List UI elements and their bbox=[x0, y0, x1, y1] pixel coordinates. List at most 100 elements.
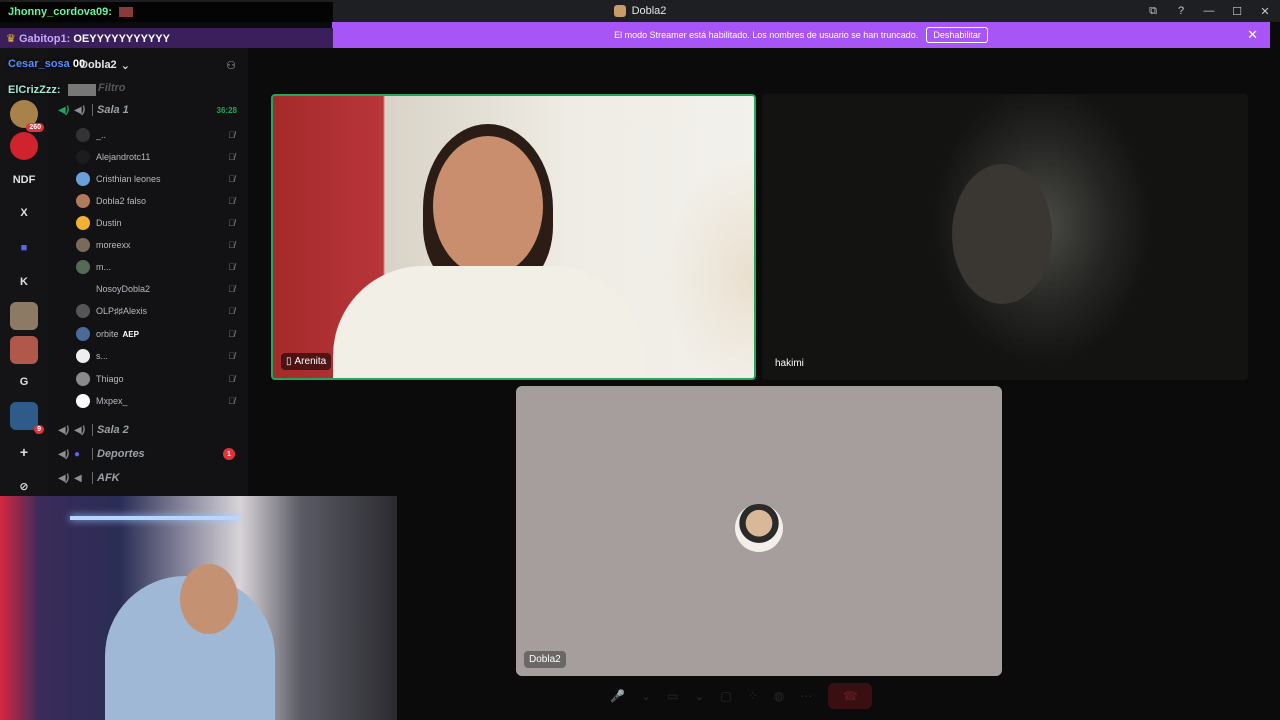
window-title: Dobla2 bbox=[613, 5, 667, 17]
app-icon bbox=[613, 5, 626, 17]
server-ndf[interactable]: NDF bbox=[10, 166, 38, 194]
server-g[interactable]: G bbox=[10, 368, 38, 396]
chevron-down-icon[interactable]: ⌄ bbox=[694, 689, 704, 703]
more-icon[interactable]: ⋯ bbox=[800, 689, 812, 703]
channel-sala-2[interactable]: ◀) ◀) Sala 2 bbox=[58, 420, 243, 440]
chat-user: Cesar_sosa bbox=[8, 58, 70, 70]
member-row[interactable]: moreexx 🎙̸ bbox=[76, 235, 241, 255]
screen: Dobla2 ⧉ ? — ☐ ✕ El modo Streamer está h… bbox=[0, 0, 1280, 720]
chat-text: 00 bbox=[72, 58, 86, 70]
server-k[interactable]: K bbox=[10, 268, 38, 296]
chat-message: ♛ Gabitop1: OEYYYYYYYYYYY bbox=[0, 28, 333, 48]
member-row[interactable]: Mxpex_ 🎙̸ bbox=[76, 391, 241, 411]
channel-name: Sala 2 bbox=[97, 424, 129, 436]
channel-name: Sala 1 bbox=[97, 104, 129, 116]
avatar bbox=[76, 150, 90, 164]
muted-mic-icon: 🎙̸ bbox=[228, 130, 235, 140]
chat-message: Jhonny_cordova09: bbox=[0, 2, 333, 22]
maximize-button[interactable]: ☐ bbox=[1230, 5, 1244, 18]
pip-icon[interactable]: ⧉ bbox=[1146, 5, 1160, 18]
close-window-button[interactable]: ✕ bbox=[1258, 5, 1272, 18]
server-icon[interactable]: 260 bbox=[10, 100, 44, 132]
muted-mic-icon: 🎙̸ bbox=[228, 374, 235, 384]
spiderman-icon[interactable] bbox=[10, 132, 38, 160]
avatar bbox=[76, 304, 90, 318]
server-rail: 260 NDF X ■ K G 9 + ⊘ bbox=[0, 48, 48, 500]
channel-panel: Dobla2 ⌄ ⚇ Filtro ◀) ◀) Sala 1 36:28 _..… bbox=[48, 48, 248, 496]
muted-mic-icon: 🎙̸ bbox=[228, 174, 235, 184]
avatar bbox=[76, 282, 90, 296]
member-row[interactable]: OLP♯♯Alexis 🎙̸ bbox=[76, 301, 241, 321]
member-row[interactable]: orbite AEP 🎙̸ bbox=[76, 324, 241, 344]
soundboard-icon[interactable]: ◍ bbox=[774, 689, 784, 703]
emote-icon bbox=[67, 84, 96, 97]
chat-message: ElCrizZzz: bbox=[0, 84, 104, 97]
avatar bbox=[76, 394, 90, 408]
chevron-down-icon[interactable]: ⌄ bbox=[641, 689, 651, 703]
banner-message: El modo Streamer está habilitado. Los no… bbox=[614, 30, 919, 40]
avatar bbox=[735, 504, 783, 552]
streamer-webcam bbox=[0, 496, 397, 720]
muted-mic-icon: 🎙̸ bbox=[228, 396, 235, 406]
minimize-button[interactable]: — bbox=[1202, 5, 1216, 17]
channel-sala-1[interactable]: ◀) ◀) Sala 1 36:28 bbox=[58, 100, 243, 120]
avatar bbox=[76, 372, 90, 386]
avatar bbox=[76, 128, 90, 142]
disable-streamer-button[interactable]: Deshabilitar bbox=[926, 27, 988, 43]
video-tile-hakimi[interactable]: hakimi bbox=[762, 94, 1248, 380]
chevron-down-icon: ⌄ bbox=[120, 59, 130, 72]
voice-icon: ◀) bbox=[74, 424, 86, 436]
chat-user: Jhonny_cordova09: bbox=[8, 6, 112, 18]
muted-mic-icon: 🎙̸ bbox=[228, 262, 235, 272]
screen-share-icon[interactable]: ▢ bbox=[720, 689, 731, 703]
microphone-icon[interactable]: 🎤 bbox=[610, 689, 625, 703]
avatar bbox=[76, 327, 90, 341]
add-server-icon[interactable]: + bbox=[10, 438, 38, 466]
window-title-text: Dobla2 bbox=[631, 5, 667, 17]
muted-mic-icon: 🎙̸ bbox=[228, 152, 235, 162]
globe-icon: ● bbox=[74, 448, 81, 460]
avatar bbox=[76, 216, 90, 230]
voice-icon: ◀) bbox=[74, 104, 86, 116]
emote-icon bbox=[118, 7, 133, 18]
channel-deportes[interactable]: ◀) ● Deportes 1 bbox=[58, 444, 243, 464]
member-row[interactable]: Alejandrotc11 🎙̸ bbox=[76, 147, 241, 167]
member-row[interactable]: s... 🎙̸ bbox=[76, 346, 241, 366]
avatar bbox=[76, 172, 90, 186]
avatar bbox=[76, 194, 90, 208]
folder-icon[interactable]: ■ bbox=[10, 234, 38, 262]
server-icon[interactable]: 9 bbox=[10, 402, 44, 434]
server-icon[interactable] bbox=[10, 336, 38, 364]
muted-mic-icon: 🎙̸ bbox=[228, 306, 235, 316]
member-row[interactable]: m... 🎙̸ bbox=[76, 257, 241, 277]
muted-mic-icon: 🎙̸ bbox=[228, 351, 235, 361]
muted-mic-icon: 🎙̸ bbox=[228, 240, 235, 250]
member-row[interactable]: Dustin 🎙̸ bbox=[76, 213, 241, 233]
end-call-button[interactable]: ☎ bbox=[828, 683, 873, 709]
speaker-icon: ◀) bbox=[58, 424, 70, 436]
member-row[interactable]: _.. 🎙̸ bbox=[76, 125, 241, 145]
streamer-mode-banner: El modo Streamer está habilitado. Los no… bbox=[332, 22, 1270, 48]
avatar bbox=[76, 238, 90, 252]
video-tile-arenita[interactable]: ▯ Arenita bbox=[271, 94, 756, 380]
banner-close-icon[interactable]: ✕ bbox=[1247, 27, 1258, 43]
camera-icon[interactable]: ▭ bbox=[667, 689, 678, 703]
member-row[interactable]: NosoyDobla2 🎙̸ bbox=[76, 279, 241, 299]
activities-icon[interactable]: ⁘ bbox=[748, 689, 758, 703]
add-member-icon[interactable]: ⚇ bbox=[226, 59, 236, 72]
chat-message: Cesar_sosa 00 bbox=[0, 58, 93, 70]
member-row[interactable]: Thiago 🎙̸ bbox=[76, 369, 241, 389]
crown-icon: ♛ bbox=[6, 33, 16, 45]
member-row[interactable]: Cristhian leones 🎙̸ bbox=[76, 169, 241, 189]
muted-mic-icon: 🎙̸ bbox=[228, 196, 235, 206]
video-tile-dobla2[interactable]: Dobla2 bbox=[516, 386, 1002, 676]
speaker-icon: ◀) bbox=[58, 472, 70, 484]
call-controls: 🎤 ⌄ ▭ ⌄ ▢ ⁘ ◍ ⋯ ☎ bbox=[610, 682, 873, 710]
server-x[interactable]: X bbox=[10, 199, 38, 227]
participant-name-label: ▯ Arenita bbox=[281, 353, 332, 370]
help-icon[interactable]: ? bbox=[1174, 5, 1188, 17]
chat-text: OEYYYYYYYYYYY bbox=[73, 33, 170, 45]
channel-afk[interactable]: ◀) ◀ AFK bbox=[58, 468, 243, 488]
member-row[interactable]: Dobla2 falso 🎙̸ bbox=[76, 191, 241, 211]
server-icon[interactable] bbox=[10, 302, 38, 330]
